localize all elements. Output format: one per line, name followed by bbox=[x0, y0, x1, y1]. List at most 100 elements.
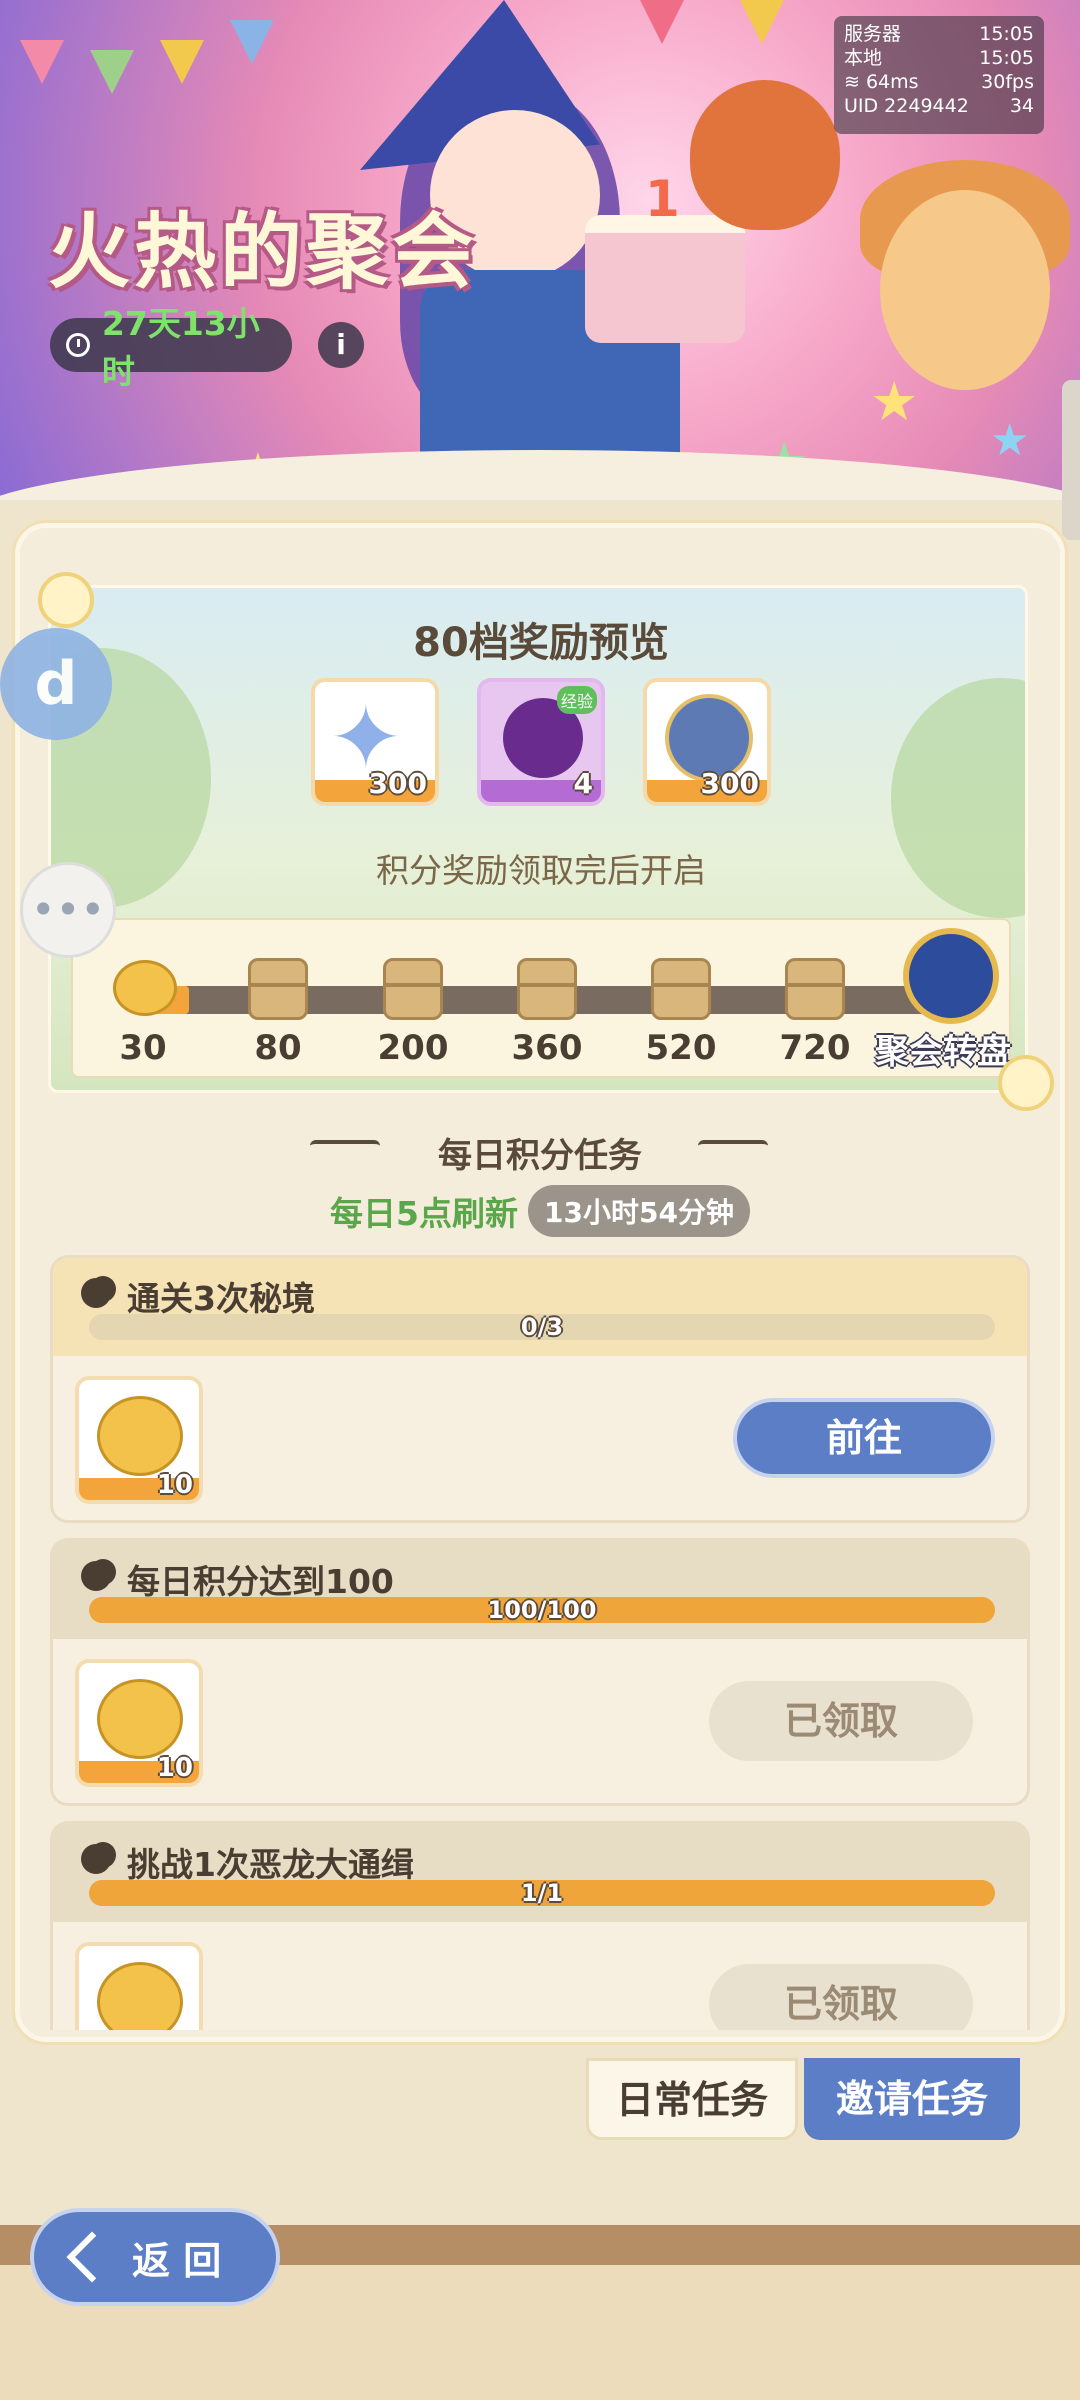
tab-invite-tasks[interactable]: 邀请任务 bbox=[804, 2058, 1020, 2140]
refresh-label: 每日5点刷新 bbox=[330, 1194, 519, 1233]
reward-count: 300 bbox=[368, 767, 427, 800]
event-timer-text: 27天13小时 bbox=[101, 304, 260, 391]
event-title: 火热的聚会 bbox=[48, 205, 479, 300]
bunting-flag bbox=[740, 0, 784, 44]
milestone-label: 720 bbox=[779, 1028, 851, 1068]
task-list[interactable]: 通关3次秘境 0/3 10 前往 每日积分达到100 100/100 10 已领… bbox=[50, 1255, 1030, 2030]
moon-icon bbox=[81, 1842, 116, 1874]
back-button[interactable]: 返 回 bbox=[30, 2208, 280, 2306]
ping-value: 64ms bbox=[865, 71, 919, 93]
chest-icon[interactable] bbox=[785, 958, 845, 1020]
milestone-label: 80 bbox=[254, 1028, 302, 1068]
info-button[interactable]: i bbox=[318, 322, 364, 368]
tab-daily-tasks[interactable]: 日常任务 bbox=[586, 2058, 798, 2140]
birthday-cake bbox=[585, 215, 745, 343]
reward-item[interactable]: 经验 4 bbox=[477, 678, 605, 806]
task-progress-text: 1/1 bbox=[520, 1879, 564, 1907]
unlock-hint: 积分奖励领取完后开启 bbox=[376, 851, 706, 890]
task-header: 挑战1次恶龙大通缉 1/1 bbox=[53, 1824, 1027, 1922]
clock-icon bbox=[66, 333, 90, 357]
claimed-button[interactable]: 已领取 bbox=[709, 1681, 973, 1761]
wifi-icon: ≋ bbox=[844, 71, 866, 93]
task-card: 每日积分达到100 100/100 10 已领取 bbox=[50, 1538, 1030, 1806]
task-progress-bar: 100/100 bbox=[89, 1597, 995, 1623]
chest-icon[interactable] bbox=[248, 958, 308, 1020]
ornament-right bbox=[698, 1140, 768, 1156]
floating-d-icon[interactable]: d bbox=[0, 628, 112, 740]
task-reward-item[interactable]: 10 bbox=[75, 1376, 203, 1504]
local-time: 15:05 bbox=[979, 47, 1034, 69]
coin-icon bbox=[97, 1679, 183, 1759]
battery-icon: 34 bbox=[1010, 94, 1034, 118]
wheel-label: 聚会转盘 bbox=[875, 1032, 1011, 1072]
back-label: 返 回 bbox=[132, 2238, 222, 2283]
milestone-track: 30 80 200 360 520 720 聚会转盘 bbox=[71, 918, 1011, 1078]
coin-icon bbox=[97, 1396, 183, 1476]
exp-tag: 经验 bbox=[556, 686, 597, 714]
banner-cloud-edge bbox=[0, 450, 1080, 500]
server-time: 15:05 bbox=[979, 23, 1034, 45]
task-progress-bar: 1/1 bbox=[89, 1880, 995, 1906]
back-arrow-icon bbox=[66, 2231, 118, 2283]
side-scroll-handle[interactable] bbox=[1062, 380, 1080, 540]
star-icon: ★ bbox=[990, 415, 1030, 466]
bunting-flag bbox=[230, 20, 274, 64]
reward-item[interactable]: ✦ 300 bbox=[311, 678, 439, 806]
task-progress-text: 0/3 bbox=[520, 1313, 564, 1341]
star-icon: ★ bbox=[870, 370, 919, 433]
milestone-label: 30 bbox=[119, 1028, 167, 1068]
refresh-countdown: 13小时54分钟 bbox=[528, 1185, 750, 1237]
task-reward-item[interactable] bbox=[75, 1942, 203, 2030]
task-card: 挑战1次恶龙大通缉 1/1 已领取 bbox=[50, 1821, 1030, 2030]
milestone-label: 200 bbox=[377, 1028, 449, 1068]
bunting-flag bbox=[20, 40, 64, 84]
reward-count: 300 bbox=[700, 767, 759, 800]
go-button[interactable]: 前往 bbox=[733, 1398, 995, 1478]
bunting-flag bbox=[160, 40, 204, 84]
uid-text: UID 2249442 bbox=[844, 95, 969, 117]
battery-level: 34 bbox=[1009, 95, 1034, 117]
status-overlay: 服务器 15:05 本地 15:05 ≋ 64ms 30fps UID 2249442… bbox=[834, 16, 1044, 134]
reward-count: 4 bbox=[573, 767, 593, 800]
milestone-label: 520 bbox=[645, 1028, 717, 1068]
chest-icon[interactable] bbox=[383, 958, 443, 1020]
moon-icon bbox=[81, 1276, 116, 1308]
reward-count: 10 bbox=[156, 1470, 193, 1500]
reward-count: 10 bbox=[156, 1753, 193, 1783]
task-name: 每日积分达到100 bbox=[127, 1562, 394, 1601]
chat-bubble-icon[interactable]: ••• bbox=[20, 862, 116, 958]
fps-text: 30fps bbox=[981, 71, 1034, 93]
cake-candle-number: 1 bbox=[645, 170, 680, 228]
coin-icon bbox=[113, 960, 177, 1016]
local-label: 本地 bbox=[844, 47, 883, 69]
claimed-button[interactable]: 已领取 bbox=[709, 1964, 973, 2030]
chest-icon[interactable] bbox=[651, 958, 711, 1020]
task-header: 每日积分达到100 100/100 bbox=[53, 1541, 1027, 1639]
flower-icon bbox=[38, 572, 94, 628]
task-progress-bar: 0/3 bbox=[89, 1314, 995, 1340]
reward-item[interactable]: 300 bbox=[643, 678, 771, 806]
task-name: 通关3次秘境 bbox=[127, 1279, 315, 1318]
task-header: 通关3次秘境 0/3 bbox=[53, 1258, 1027, 1356]
fox-mascot bbox=[690, 80, 840, 230]
preview-title: 80档奖励预览 bbox=[413, 620, 669, 666]
event-timer: 27天13小时 bbox=[50, 304, 292, 391]
chest-icon[interactable] bbox=[517, 958, 577, 1020]
server-label: 服务器 bbox=[844, 23, 902, 45]
moon-icon bbox=[81, 1559, 116, 1591]
compass-wheel-icon[interactable] bbox=[903, 928, 999, 1024]
bunting-flag bbox=[90, 50, 134, 94]
ping-text: ≋ 64ms bbox=[844, 70, 919, 94]
task-name: 挑战1次恶龙大通缉 bbox=[127, 1845, 414, 1884]
task-progress-text: 100/100 bbox=[487, 1596, 597, 1624]
boy-character bbox=[880, 190, 1050, 390]
milestone-label: 360 bbox=[511, 1028, 583, 1068]
task-reward-item[interactable]: 10 bbox=[75, 1659, 203, 1787]
reward-preview-panel: 80档奖励预览 ✦ 300 经验 4 300 积分奖励领取完后开启 30 80 … bbox=[48, 585, 1028, 1093]
daily-task-title: 每日积分任务 bbox=[438, 1136, 642, 1176]
coin-icon bbox=[97, 1962, 183, 2030]
bunting-flag bbox=[640, 0, 684, 44]
flower-icon bbox=[998, 1055, 1054, 1111]
refresh-row: 每日5点刷新 13小时54分钟 bbox=[0, 1185, 1080, 1237]
task-card: 通关3次秘境 0/3 10 前往 bbox=[50, 1255, 1030, 1523]
